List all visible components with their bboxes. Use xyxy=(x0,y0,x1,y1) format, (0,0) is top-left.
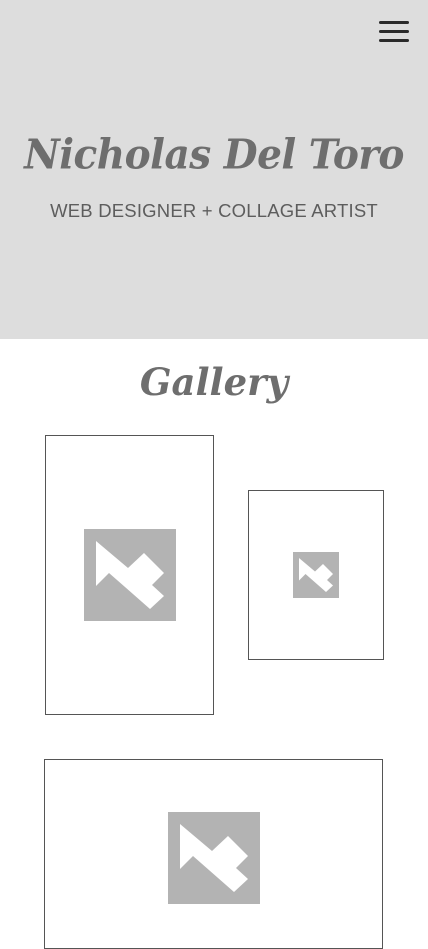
gallery-image-2[interactable] xyxy=(248,490,384,660)
hamburger-menu-icon[interactable] xyxy=(376,18,412,46)
hero-header: Nicholas Del Toro WEB DESIGNER + COLLAGE… xyxy=(0,0,428,339)
gallery-image-3[interactable] xyxy=(44,759,383,949)
gallery-image-1[interactable] xyxy=(45,435,214,715)
menu-bar xyxy=(379,21,409,24)
image-placeholder-icon xyxy=(83,529,176,621)
image-placeholder-icon xyxy=(167,812,260,904)
site-subtitle: WEB DESIGNER + COLLAGE ARTIST xyxy=(50,200,378,221)
gallery-title: Gallery xyxy=(139,360,289,404)
site-title: Nicholas Del Toro xyxy=(24,130,404,180)
menu-bar xyxy=(379,30,409,33)
image-placeholder-icon xyxy=(293,552,339,598)
menu-bar xyxy=(379,39,409,42)
